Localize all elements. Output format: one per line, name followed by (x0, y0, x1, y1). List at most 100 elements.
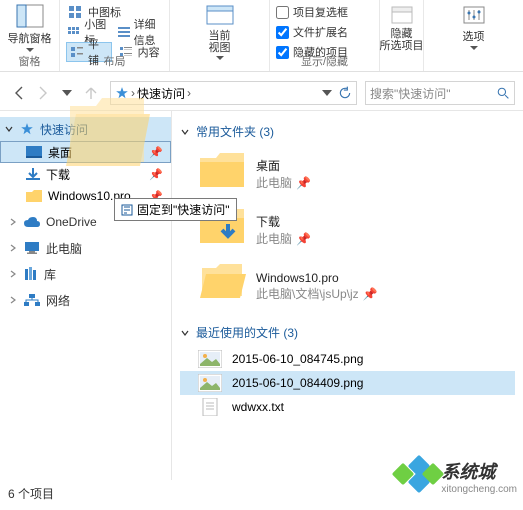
options-button[interactable]: 选项 (461, 4, 487, 50)
sidebar-item-label: OneDrive (46, 215, 97, 229)
checkbox-icon[interactable] (276, 26, 289, 39)
dropdown-icon (470, 46, 478, 50)
file-item[interactable]: 2015-06-10_084745.png (180, 347, 515, 371)
options-label: 选项 (463, 28, 485, 44)
options-icon (461, 4, 487, 26)
folder-item-desktop[interactable]: 桌面 此电脑 📌 (180, 146, 515, 202)
current-view-icon (205, 4, 235, 28)
group-label-layout: 布局 (60, 53, 169, 69)
file-name: 2015-06-10_084409.png (232, 376, 363, 390)
star-icon (115, 86, 129, 100)
watermark-title: 系统城 (441, 458, 517, 484)
text-file-icon (198, 398, 222, 416)
file-name: wdwxx.txt (232, 400, 284, 414)
dropdown-icon[interactable] (322, 90, 332, 96)
chevron-down-icon (180, 328, 190, 338)
group-label-showhide: 显示/隐藏 (270, 53, 379, 69)
pin-icon: 📌 (296, 232, 311, 246)
chevron-right-icon (8, 295, 18, 305)
watermark: 系统城 xitongcheng.com (389, 456, 517, 496)
sidebar-libraries[interactable]: 库 (0, 263, 171, 285)
chevron-right-icon (8, 217, 18, 227)
chk-file-ext[interactable]: 文件扩展名 (276, 22, 373, 42)
hide-icon (389, 4, 415, 26)
pin-icon: 📌 (149, 146, 163, 159)
file-name: 2015-06-10_084745.png (232, 352, 363, 366)
sidebar-item-downloads[interactable]: 下载 📌 (0, 163, 171, 185)
sidebar-network[interactable]: 网络 (0, 289, 171, 311)
checkbox-icon[interactable] (276, 6, 289, 19)
address-bar-row: › 快速访问 › 搜索"快速访问" (0, 78, 523, 108)
file-item[interactable]: 2015-06-10_084409.png (180, 371, 515, 395)
nav-history-button[interactable] (56, 82, 78, 104)
nav-pane-button[interactable]: 导航窗格 (8, 4, 52, 52)
chk-item-checkboxes-label: 项目复选框 (293, 4, 348, 20)
pin-icon: 📌 (296, 176, 311, 190)
layout-details[interactable]: 详细信息 (116, 22, 163, 42)
sidebar-item-label: 桌面 (48, 144, 72, 161)
sidebar-thispc[interactable]: 此电脑 (0, 237, 171, 259)
small-icons-icon (68, 25, 80, 39)
item-name: Windows10.pro (256, 271, 378, 285)
sidebar-quick-access[interactable]: 快速访问 (0, 117, 171, 141)
chevron-right-icon (8, 269, 18, 279)
desktop-icon (26, 146, 42, 158)
sidebar-item-desktop[interactable]: 桌面 📌 (0, 141, 171, 163)
search-box[interactable]: 搜索"快速访问" (365, 81, 515, 105)
details-icon (118, 25, 130, 39)
download-icon (26, 167, 40, 181)
sidebar-item-label: 网络 (46, 292, 70, 309)
library-icon (24, 267, 38, 281)
address-bar[interactable]: › 快速访问 › (110, 81, 357, 105)
arrow-right-icon (35, 85, 51, 101)
item-sub: 此电脑 (256, 232, 292, 246)
content-pane: 常用文件夹 (3) 桌面 此电脑📌 下载 此电脑📌 Windows10.pro … (172, 111, 523, 480)
item-sub: 此电脑\文档\jsUp\jz (256, 287, 359, 301)
pc-icon (24, 242, 40, 254)
network-icon (24, 294, 40, 306)
nav-back-button[interactable] (8, 82, 30, 104)
ribbon-toolbar: 导航窗格 窗格 中图标 小图标 详细信息 平铺 (0, 0, 523, 72)
medium-icons-icon (68, 5, 84, 19)
cloud-icon (24, 217, 40, 228)
pin-icon: 📌 (149, 168, 163, 181)
arrow-up-icon (83, 85, 99, 101)
file-item[interactable]: wdwxx.txt (180, 395, 515, 419)
star-icon (20, 122, 34, 136)
breadcrumb-quick-access[interactable]: 快速访问 (137, 85, 185, 102)
nav-up-button[interactable] (80, 82, 102, 104)
nav-pane-label: 导航窗格 (8, 30, 52, 46)
group-frequent-folders[interactable]: 常用文件夹 (3) (180, 123, 515, 140)
pin-icon: 📌 (363, 287, 378, 301)
hide-selected-button[interactable]: 隐藏 所选项目 (380, 4, 424, 52)
group-recent-label: 最近使用的文件 (3) (196, 324, 298, 341)
sidebar-quick-access-label: 快速访问 (40, 121, 88, 138)
group-recent-files[interactable]: 最近使用的文件 (3) (180, 324, 515, 341)
nav-forward-button[interactable] (32, 82, 54, 104)
nav-pane-icon (16, 4, 44, 28)
folder-item-win10pro[interactable]: Windows10.pro 此电脑\文档\jsUp\jz 📌 (180, 258, 515, 314)
chevron-right-icon: › (187, 86, 191, 100)
sidebar-item-label: 库 (44, 266, 56, 283)
watermark-logo-icon (389, 456, 435, 496)
current-view-button[interactable]: 当前 视图 (205, 4, 235, 60)
dropdown-icon (216, 56, 224, 60)
sidebar-item-label: 此电脑 (46, 240, 82, 257)
drag-tooltip-text: 固定到"快速访问" (137, 201, 230, 218)
chk-item-checkboxes[interactable]: 项目复选框 (276, 2, 373, 22)
arrow-left-icon (11, 85, 27, 101)
dropdown-icon (26, 48, 34, 52)
search-placeholder: 搜索"快速访问" (370, 85, 451, 102)
chk-file-ext-label: 文件扩展名 (293, 24, 348, 40)
chevron-right-icon: › (131, 86, 135, 100)
current-view-label: 当前 视图 (209, 30, 231, 54)
pin-action-icon (121, 204, 133, 216)
item-name: 桌面 (256, 157, 311, 174)
folder-open-icon (198, 262, 246, 310)
chevron-right-icon (8, 243, 18, 253)
refresh-icon[interactable] (338, 86, 352, 100)
hide-selected-label: 隐藏 所选项目 (380, 28, 424, 52)
item-sub: 此电脑 (256, 176, 292, 190)
folder-icon (26, 190, 42, 202)
group-label-pane: 窗格 (0, 53, 59, 69)
